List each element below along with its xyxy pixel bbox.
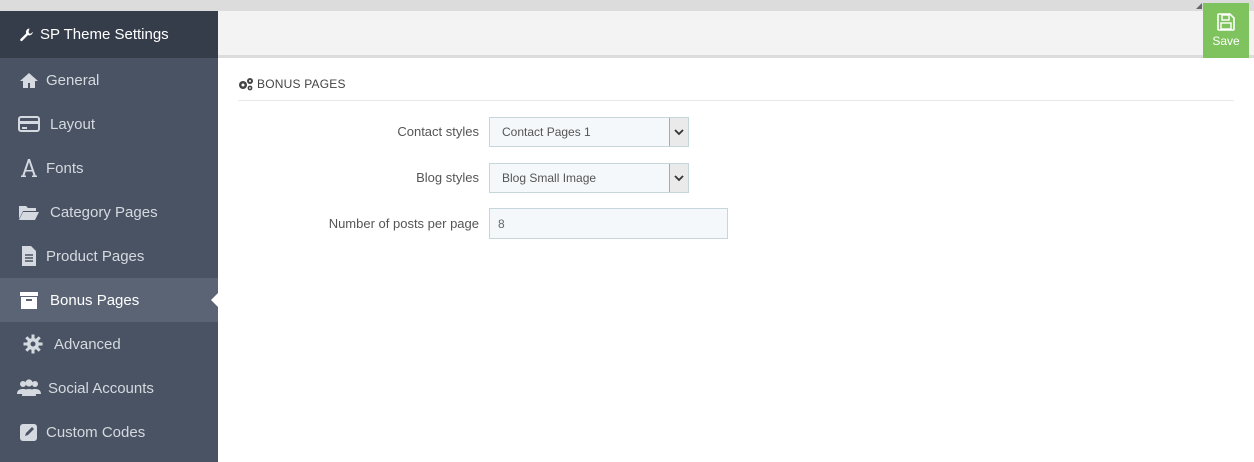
sidebar-item-layout[interactable]: Layout bbox=[0, 102, 218, 146]
resize-corner-icon bbox=[1196, 3, 1202, 9]
sidebar-item-label: Bonus Pages bbox=[50, 291, 140, 309]
sidebar-title: SP Theme Settings bbox=[0, 11, 218, 58]
sidebar-item-label: Category Pages bbox=[50, 203, 158, 221]
wrench-icon bbox=[20, 28, 33, 41]
sidebar-item-bonus-pages[interactable]: Bonus Pages bbox=[0, 278, 218, 322]
sidebar-item-label: Fonts bbox=[46, 159, 84, 177]
file-text-icon bbox=[16, 243, 42, 269]
sidebar-item-fonts[interactable]: Fonts bbox=[0, 146, 218, 190]
top-strip bbox=[0, 0, 1254, 11]
posts-per-page-value: 8 bbox=[498, 216, 505, 231]
contact-styles-value: Contact Pages 1 bbox=[502, 125, 591, 139]
panel-heading-label: BONUS PAGES bbox=[257, 77, 346, 91]
chevron-down-icon bbox=[669, 118, 688, 146]
archive-icon bbox=[16, 287, 42, 313]
sidebar-item-advanced[interactable]: Advanced bbox=[0, 322, 218, 366]
blog-styles-select[interactable]: Blog Small Image bbox=[489, 163, 689, 193]
sidebar-item-label: Product Pages bbox=[46, 247, 145, 265]
sidebar-item-label: Custom Codes bbox=[46, 423, 146, 441]
sidebar-item-custom-codes[interactable]: Custom Codes bbox=[0, 410, 218, 454]
sidebar: SP Theme Settings General Layout Fonts C… bbox=[0, 11, 218, 462]
sidebar-title-label: SP Theme Settings bbox=[40, 26, 169, 43]
contact-styles-select[interactable]: Contact Pages 1 bbox=[489, 117, 689, 147]
save-button[interactable]: Save bbox=[1203, 3, 1249, 58]
sidebar-item-social-accounts[interactable]: Social Accounts bbox=[0, 366, 218, 410]
contact-styles-label: Contact styles bbox=[397, 124, 479, 139]
font-icon bbox=[16, 155, 42, 181]
edit-icon bbox=[16, 419, 42, 445]
blog-styles-label: Blog styles bbox=[416, 170, 479, 185]
sidebar-item-label: Layout bbox=[50, 115, 96, 133]
sidebar-item-label: Social Accounts bbox=[48, 379, 154, 397]
folder-open-icon bbox=[16, 199, 42, 225]
sidebar-item-label: Advanced bbox=[54, 335, 121, 353]
posts-per-page-label: Number of posts per page bbox=[328, 216, 479, 231]
sidebar-item-category-pages[interactable]: Category Pages bbox=[0, 190, 218, 234]
save-label: Save bbox=[1212, 34, 1240, 48]
toolbar: Save bbox=[218, 3, 1254, 58]
credit-card-icon bbox=[16, 111, 42, 137]
form-row-contact-styles bbox=[238, 117, 239, 147]
gears-icon bbox=[239, 78, 253, 91]
panel-heading: BONUS PAGES bbox=[238, 74, 1234, 101]
sidebar-item-product-pages[interactable]: Product Pages bbox=[0, 234, 218, 278]
sidebar-item-label: General bbox=[46, 71, 100, 89]
bonus-pages-panel: BONUS PAGES bbox=[238, 74, 1234, 101]
users-icon bbox=[16, 375, 42, 401]
sidebar-item-general[interactable]: General bbox=[0, 58, 218, 102]
blog-styles-value: Blog Small Image bbox=[502, 171, 597, 185]
gear-icon bbox=[20, 331, 46, 357]
home-icon bbox=[16, 67, 42, 93]
posts-per-page-input[interactable]: 8 bbox=[489, 208, 728, 239]
chevron-down-icon bbox=[669, 164, 688, 192]
floppy-disk-icon bbox=[1217, 13, 1235, 31]
